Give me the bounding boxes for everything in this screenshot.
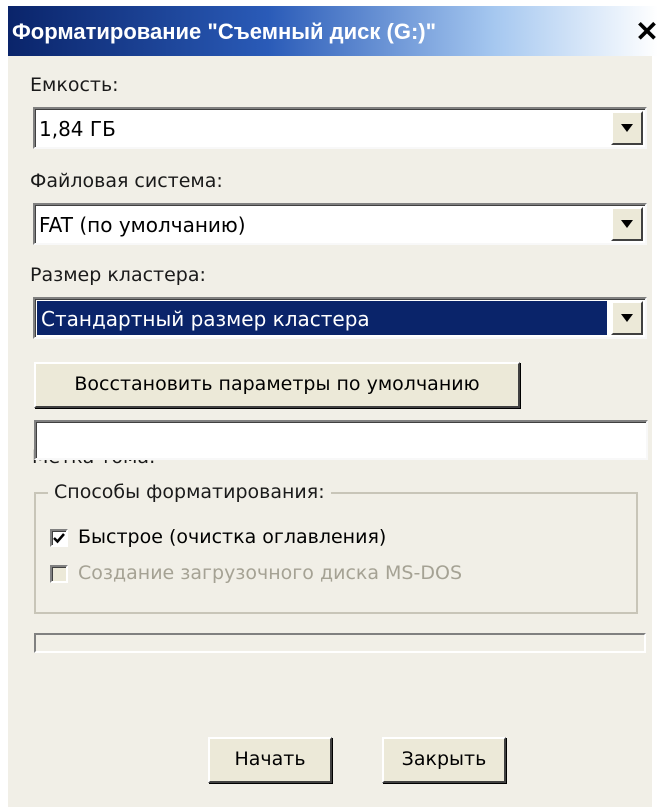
capacity-label: Емкость: bbox=[30, 74, 119, 96]
checkmark-icon bbox=[53, 533, 65, 544]
window-title: Форматирование "Съемный диск (G:)" bbox=[12, 19, 437, 44]
format-options-label: Способы форматирования: bbox=[48, 481, 331, 503]
close-button-label: Закрыть bbox=[401, 748, 487, 770]
format-options-group: Способы форматирования: Быстрое (очистка… bbox=[34, 481, 638, 614]
quick-format-check[interactable] bbox=[50, 529, 68, 547]
cluster-label: Размер кластера: bbox=[30, 264, 206, 286]
start-button-label: Начать bbox=[234, 748, 306, 770]
quick-format-label: Быстрое (очистка оглавления) bbox=[78, 526, 387, 548]
msdos-startup-label: Создание загрузочного диска MS-DOS bbox=[78, 562, 462, 584]
title-bar[interactable]: Форматирование "Съемный диск (G:)" ✕ bbox=[8, 6, 659, 56]
capacity-value: 1,84 ГБ bbox=[39, 117, 116, 141]
restore-defaults-label: Восстановить параметры по умолчанию bbox=[74, 373, 480, 395]
volume-label-input[interactable] bbox=[34, 420, 648, 460]
close-icon[interactable]: ✕ bbox=[630, 18, 662, 48]
cluster-select[interactable]: Стандартный размер кластера bbox=[33, 297, 647, 339]
filesystem-label: Файловая система: bbox=[30, 170, 223, 192]
cluster-value: Стандартный размер кластера bbox=[41, 307, 370, 331]
filesystem-value: FAT (по умолчанию) bbox=[39, 213, 246, 237]
format-progress-bar bbox=[34, 633, 646, 653]
filesystem-select[interactable]: FAT (по умолчанию) bbox=[33, 203, 647, 245]
start-button[interactable]: Начать bbox=[208, 737, 332, 783]
close-button[interactable]: Закрыть bbox=[382, 737, 506, 783]
chevron-down-icon[interactable] bbox=[611, 207, 643, 241]
msdos-startup-check[interactable] bbox=[50, 565, 68, 583]
restore-defaults-button[interactable]: Восстановить параметры по умолчанию bbox=[34, 362, 520, 408]
dialog-body: Емкость: 1,84 ГБ Файловая система: FAT (… bbox=[8, 56, 652, 807]
chevron-down-icon[interactable] bbox=[611, 111, 643, 145]
chevron-down-icon[interactable] bbox=[611, 301, 643, 335]
capacity-select[interactable]: 1,84 ГБ bbox=[33, 107, 647, 149]
format-dialog: Форматирование "Съемный диск (G:)" ✕ Емк… bbox=[0, 0, 662, 807]
